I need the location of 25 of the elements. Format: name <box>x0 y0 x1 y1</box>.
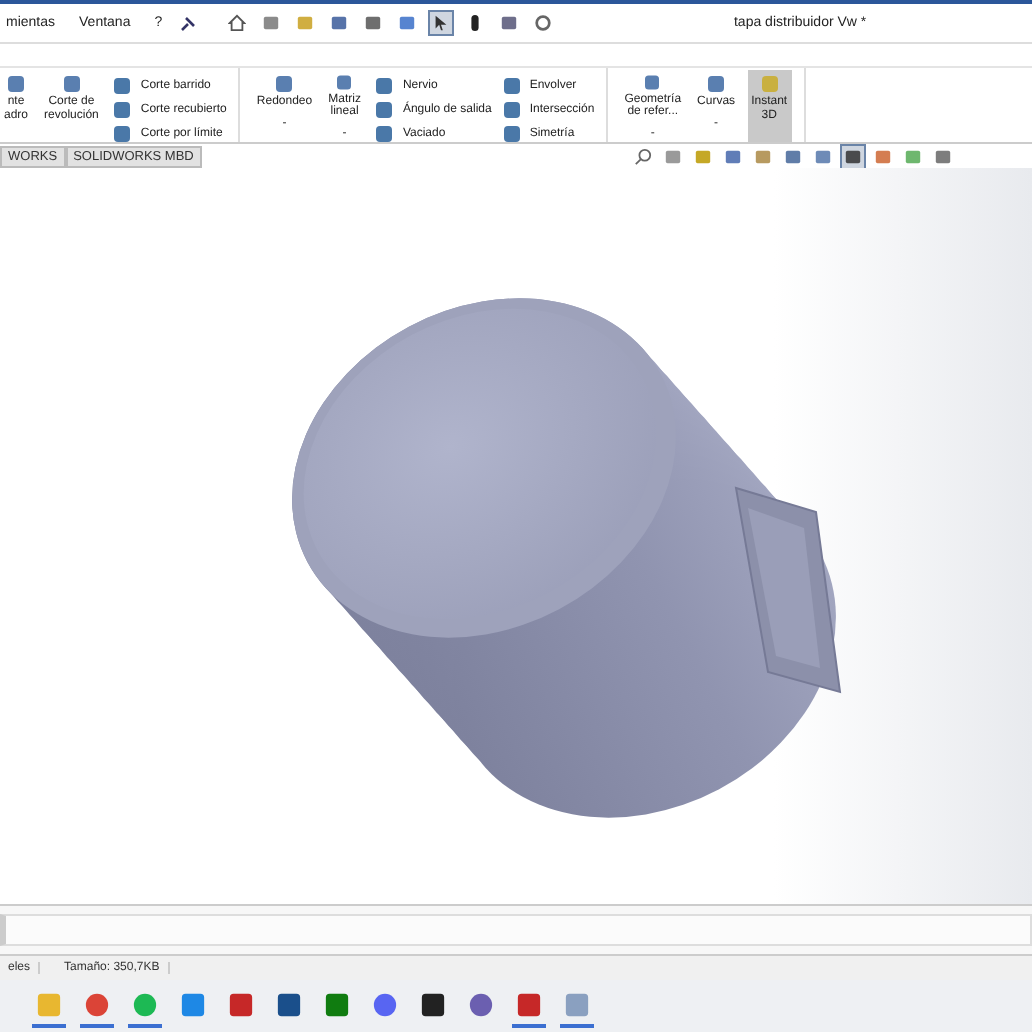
feature-icon <box>272 72 297 96</box>
feature-icon <box>110 98 135 122</box>
traffic-light-icon <box>466 14 485 32</box>
feature-icon <box>372 74 397 98</box>
feature-icon <box>704 72 729 96</box>
feature-icon <box>59 72 84 96</box>
toolbar-button[interactable] <box>224 10 251 36</box>
feature-icon <box>372 98 397 122</box>
feature-icon <box>4 72 28 96</box>
feature-icon <box>499 74 524 98</box>
feature-icon <box>640 72 665 93</box>
toolbar-button[interactable] <box>428 10 455 36</box>
feature-icon <box>332 72 357 93</box>
feature-icon <box>757 72 782 96</box>
feature-icon <box>110 74 135 98</box>
settings-icon <box>534 14 553 32</box>
pointer-icon <box>432 14 451 32</box>
toolbar-button[interactable] <box>839 143 866 169</box>
home-icon <box>228 14 247 32</box>
pin-icon[interactable] <box>180 15 197 31</box>
feature-icon <box>499 122 524 146</box>
search-icon <box>633 147 652 165</box>
feature-icon <box>499 98 524 122</box>
feature-icon <box>372 122 397 146</box>
feature-icon <box>110 122 135 146</box>
